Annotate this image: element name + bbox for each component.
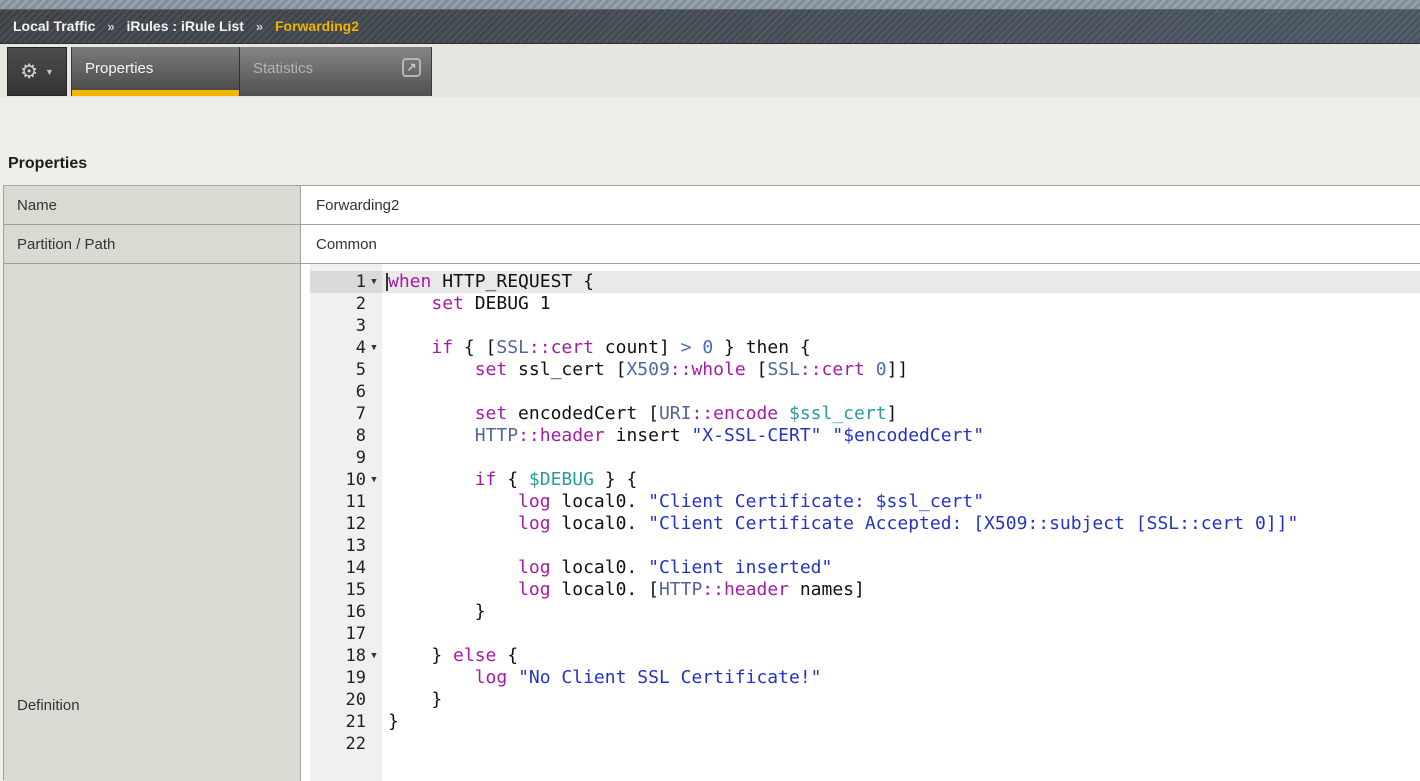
code-line[interactable] [382, 733, 1420, 755]
line-number: 6 [356, 381, 366, 403]
fold-arrow-placeholder [366, 535, 382, 557]
fold-arrow-placeholder [366, 403, 382, 425]
breadcrumb-separator-icon: » [256, 19, 263, 34]
line-number: 19 [346, 667, 366, 689]
fold-arrow-placeholder [366, 623, 382, 645]
line-number: 10 [346, 469, 366, 491]
code-line[interactable]: } [382, 689, 1420, 711]
line-number: 2 [356, 293, 366, 315]
code-line[interactable] [382, 447, 1420, 469]
code-line[interactable]: } [382, 711, 1420, 733]
line-number: 8 [356, 425, 366, 447]
fold-arrow-placeholder [366, 557, 382, 579]
line-number: 18 [346, 645, 366, 667]
code-line[interactable] [382, 315, 1420, 337]
code-line[interactable]: set encodedCert [URI::encode $ssl_cert] [382, 403, 1420, 425]
breadcrumb-irule-list[interactable]: iRules : iRule List [126, 18, 243, 34]
code-line[interactable]: log local0. "Client Certificate Accepted… [382, 513, 1420, 535]
breadcrumb-current-page: Forwarding2 [275, 18, 359, 34]
fold-arrow-icon[interactable]: ▼ [366, 469, 382, 491]
window-top-texture [0, 0, 1420, 9]
line-number: 12 [346, 513, 366, 535]
line-number: 17 [346, 623, 366, 645]
code-line[interactable]: } else { [382, 645, 1420, 667]
line-number: 13 [346, 535, 366, 557]
breadcrumb-separator-icon: » [107, 19, 114, 34]
line-number: 9 [356, 447, 366, 469]
code-line[interactable]: log local0. "Client inserted" [382, 557, 1420, 579]
fold-arrow-placeholder [366, 689, 382, 711]
table-row-name: Name Forwarding2 [4, 186, 1420, 225]
line-number: 15 [346, 579, 366, 601]
breadcrumb: Local Traffic » iRules : iRule List » Fo… [0, 9, 1420, 44]
code-line[interactable] [382, 623, 1420, 645]
table-row-partition: Partition / Path Common [4, 225, 1420, 264]
line-number: 16 [346, 601, 366, 623]
tab-properties-label: Properties [85, 60, 153, 77]
table-row-definition: Definition 1▼234▼5678910▼111213141516171… [4, 264, 1420, 781]
name-value: Forwarding2 [301, 186, 1420, 224]
code-line[interactable]: if { $DEBUG } { [382, 469, 1420, 491]
line-number: 11 [346, 491, 366, 513]
code-line[interactable]: log local0. "Client Certificate: $ssl_ce… [382, 491, 1420, 513]
code-line[interactable]: } [382, 601, 1420, 623]
code-line[interactable] [382, 535, 1420, 557]
tab-statistics[interactable]: Statistics ↗ [240, 47, 432, 96]
definition-editor-cell: 1▼234▼5678910▼1112131415161718▼19202122 … [301, 264, 1420, 781]
code-line[interactable]: log "No Client SSL Certificate!" [382, 667, 1420, 689]
fold-arrow-placeholder [366, 447, 382, 469]
fold-arrow-icon[interactable]: ▼ [366, 645, 382, 667]
gear-icon: ⚙ [20, 62, 38, 82]
fold-arrow-placeholder [366, 733, 382, 755]
fold-arrow-placeholder [366, 711, 382, 733]
code-line[interactable]: set DEBUG 1 [382, 293, 1420, 315]
line-number: 4 [356, 337, 366, 359]
code-line[interactable]: if { [SSL::cert count] > 0 } then { [382, 337, 1420, 359]
line-number: 1 [356, 271, 366, 293]
fold-arrow-placeholder [366, 491, 382, 513]
definition-label-cell: Definition [4, 264, 301, 781]
settings-menu-button[interactable]: ⚙ ▼ [7, 47, 67, 96]
editor-code-area[interactable]: when HTTP_REQUEST { set DEBUG 1 if { [SS… [382, 264, 1420, 781]
partition-path-label: Partition / Path [4, 225, 301, 263]
fold-arrow-placeholder [366, 293, 382, 315]
code-line[interactable]: when HTTP_REQUEST { [382, 271, 1420, 293]
line-number: 7 [356, 403, 366, 425]
tab-statistics-label: Statistics [253, 60, 313, 77]
line-number: 5 [356, 359, 366, 381]
page-title: Properties [8, 155, 87, 173]
chevron-down-icon: ▼ [45, 67, 54, 77]
breadcrumb-local-traffic[interactable]: Local Traffic [13, 18, 95, 34]
fold-arrow-icon[interactable]: ▼ [366, 337, 382, 359]
line-number: 21 [346, 711, 366, 733]
text-caret [386, 273, 388, 291]
active-tab-indicator [72, 90, 239, 96]
tab-properties[interactable]: Properties [71, 47, 240, 96]
line-number: 3 [356, 315, 366, 337]
line-number: 20 [346, 689, 366, 711]
fold-arrow-placeholder [366, 381, 382, 403]
fold-arrow-placeholder [366, 359, 382, 381]
fold-arrow-icon[interactable]: ▼ [366, 271, 382, 293]
properties-table: Name Forwarding2 Partition / Path Common… [3, 185, 1420, 780]
line-number: 14 [346, 557, 366, 579]
fold-arrow-placeholder [366, 315, 382, 337]
external-link-icon: ↗ [402, 58, 421, 77]
fold-arrow-placeholder [366, 601, 382, 623]
code-line[interactable]: HTTP::header insert "X-SSL-CERT" "$encod… [382, 425, 1420, 447]
bigip-irule-properties-screen: Local Traffic » iRules : iRule List » Fo… [0, 0, 1420, 781]
fold-arrow-placeholder [366, 425, 382, 447]
definition-label: Definition [17, 697, 80, 714]
name-label: Name [4, 186, 301, 224]
fold-arrow-placeholder [366, 579, 382, 601]
code-line[interactable] [382, 381, 1420, 403]
partition-path-value: Common [301, 225, 1420, 263]
line-number: 22 [346, 733, 366, 755]
fold-arrow-placeholder [366, 513, 382, 535]
tab-bar: ⚙ ▼ Properties Statistics ↗ [0, 44, 1420, 97]
fold-arrow-placeholder [366, 667, 382, 689]
code-line[interactable]: log local0. [HTTP::header names] [382, 579, 1420, 601]
editor-gutter[interactable]: 1▼234▼5678910▼1112131415161718▼19202122 [310, 264, 382, 781]
code-line[interactable]: set ssl_cert [X509::whole [SSL::cert 0]] [382, 359, 1420, 381]
